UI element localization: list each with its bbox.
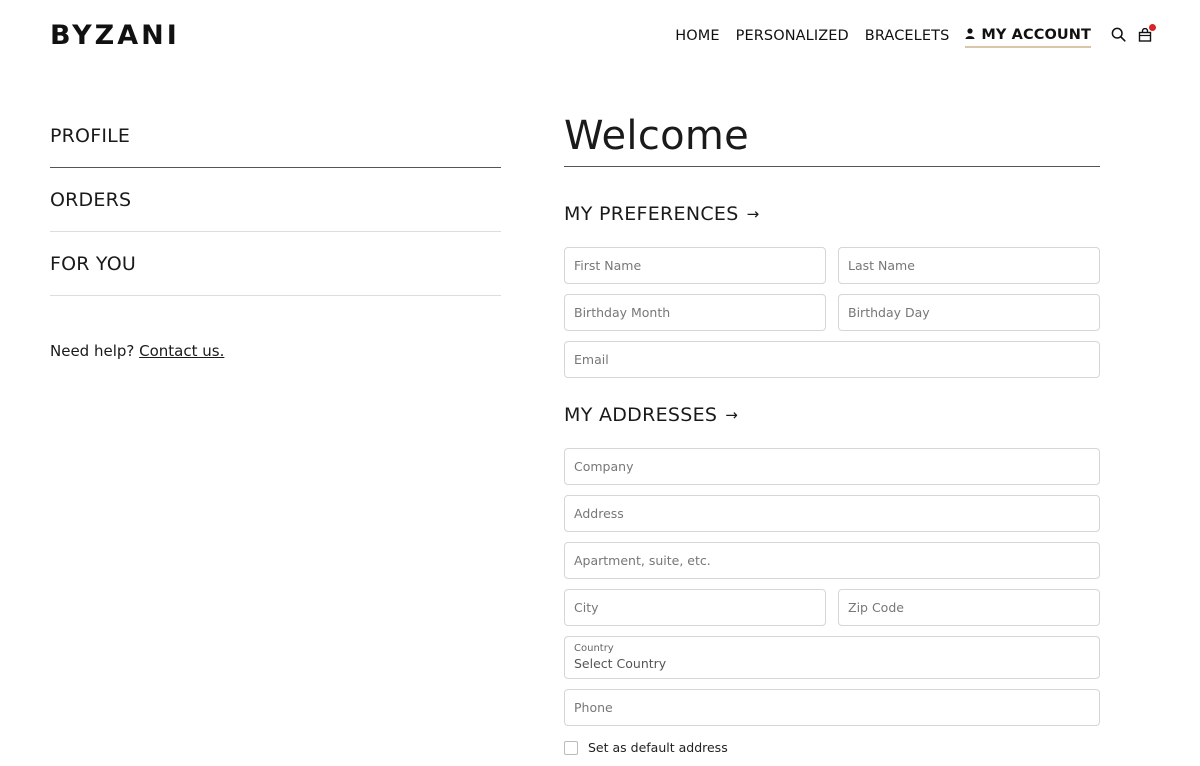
arrow-right-icon: → <box>746 205 760 223</box>
search-button[interactable] <box>1111 27 1126 46</box>
help-text: Need help? Contact us. <box>50 342 501 360</box>
default-address-checkbox[interactable] <box>564 740 578 755</box>
addresses-heading[interactable]: MY ADDRESSES → <box>564 402 1100 428</box>
nav-my-account[interactable]: MY ACCOUNT <box>965 24 1091 48</box>
cart-button[interactable] <box>1138 23 1156 46</box>
phone-input[interactable] <box>564 689 1100 726</box>
nav-home[interactable]: HOME <box>675 25 719 47</box>
email-input[interactable] <box>564 341 1100 378</box>
address-input[interactable] <box>564 495 1100 532</box>
page-title: Welcome <box>564 104 1100 167</box>
country-select[interactable]: Country Select Country <box>564 636 1100 679</box>
birthday-month-input[interactable] <box>564 294 826 331</box>
last-name-input[interactable] <box>838 247 1100 284</box>
preferences-heading[interactable]: MY PREFERENCES → <box>564 201 1100 227</box>
account-sidebar: PROFILE ORDERS FOR YOU Need help? Contac… <box>50 104 501 360</box>
account-main: Welcome MY PREFERENCES → MY ADDRESSES → <box>564 104 1100 755</box>
city-input[interactable] <box>564 589 826 626</box>
zip-code-input[interactable] <box>838 589 1100 626</box>
company-input[interactable] <box>564 448 1100 485</box>
help-prefix: Need help? <box>50 342 135 360</box>
person-icon <box>965 24 975 46</box>
site-header: BYZANI HOME PERSONALIZED BRACELETS MY AC… <box>0 0 1200 72</box>
default-address-option: Set as default address <box>564 740 1100 755</box>
sidebar-item-profile[interactable]: PROFILE <box>50 104 501 168</box>
contact-us-link[interactable]: Contact us. <box>139 342 224 360</box>
default-address-label: Set as default address <box>588 740 728 755</box>
country-label: Country <box>574 643 614 654</box>
arrow-right-icon: → <box>725 406 739 424</box>
addresses-title: MY ADDRESSES <box>564 404 718 426</box>
nav-bracelets[interactable]: BRACELETS <box>865 25 950 47</box>
birthday-day-input[interactable] <box>838 294 1100 331</box>
sidebar-item-for-you[interactable]: FOR YOU <box>50 232 501 296</box>
nav-personalized[interactable]: PERSONALIZED <box>736 25 849 47</box>
main-nav: HOME PERSONALIZED BRACELETS MY ACCOUNT <box>659 23 1156 48</box>
nav-my-account-label: MY ACCOUNT <box>981 27 1091 43</box>
sidebar-item-orders[interactable]: ORDERS <box>50 168 501 232</box>
country-value: Select Country <box>574 656 667 671</box>
preferences-title: MY PREFERENCES <box>564 203 739 225</box>
preferences-form <box>564 247 1100 378</box>
search-icon <box>1111 27 1126 46</box>
cart-badge <box>1149 23 1156 31</box>
apartment-input[interactable] <box>564 542 1100 579</box>
first-name-input[interactable] <box>564 247 826 284</box>
site-logo[interactable]: BYZANI <box>50 22 180 50</box>
address-form: Country Select Country Set as default ad… <box>564 448 1100 755</box>
